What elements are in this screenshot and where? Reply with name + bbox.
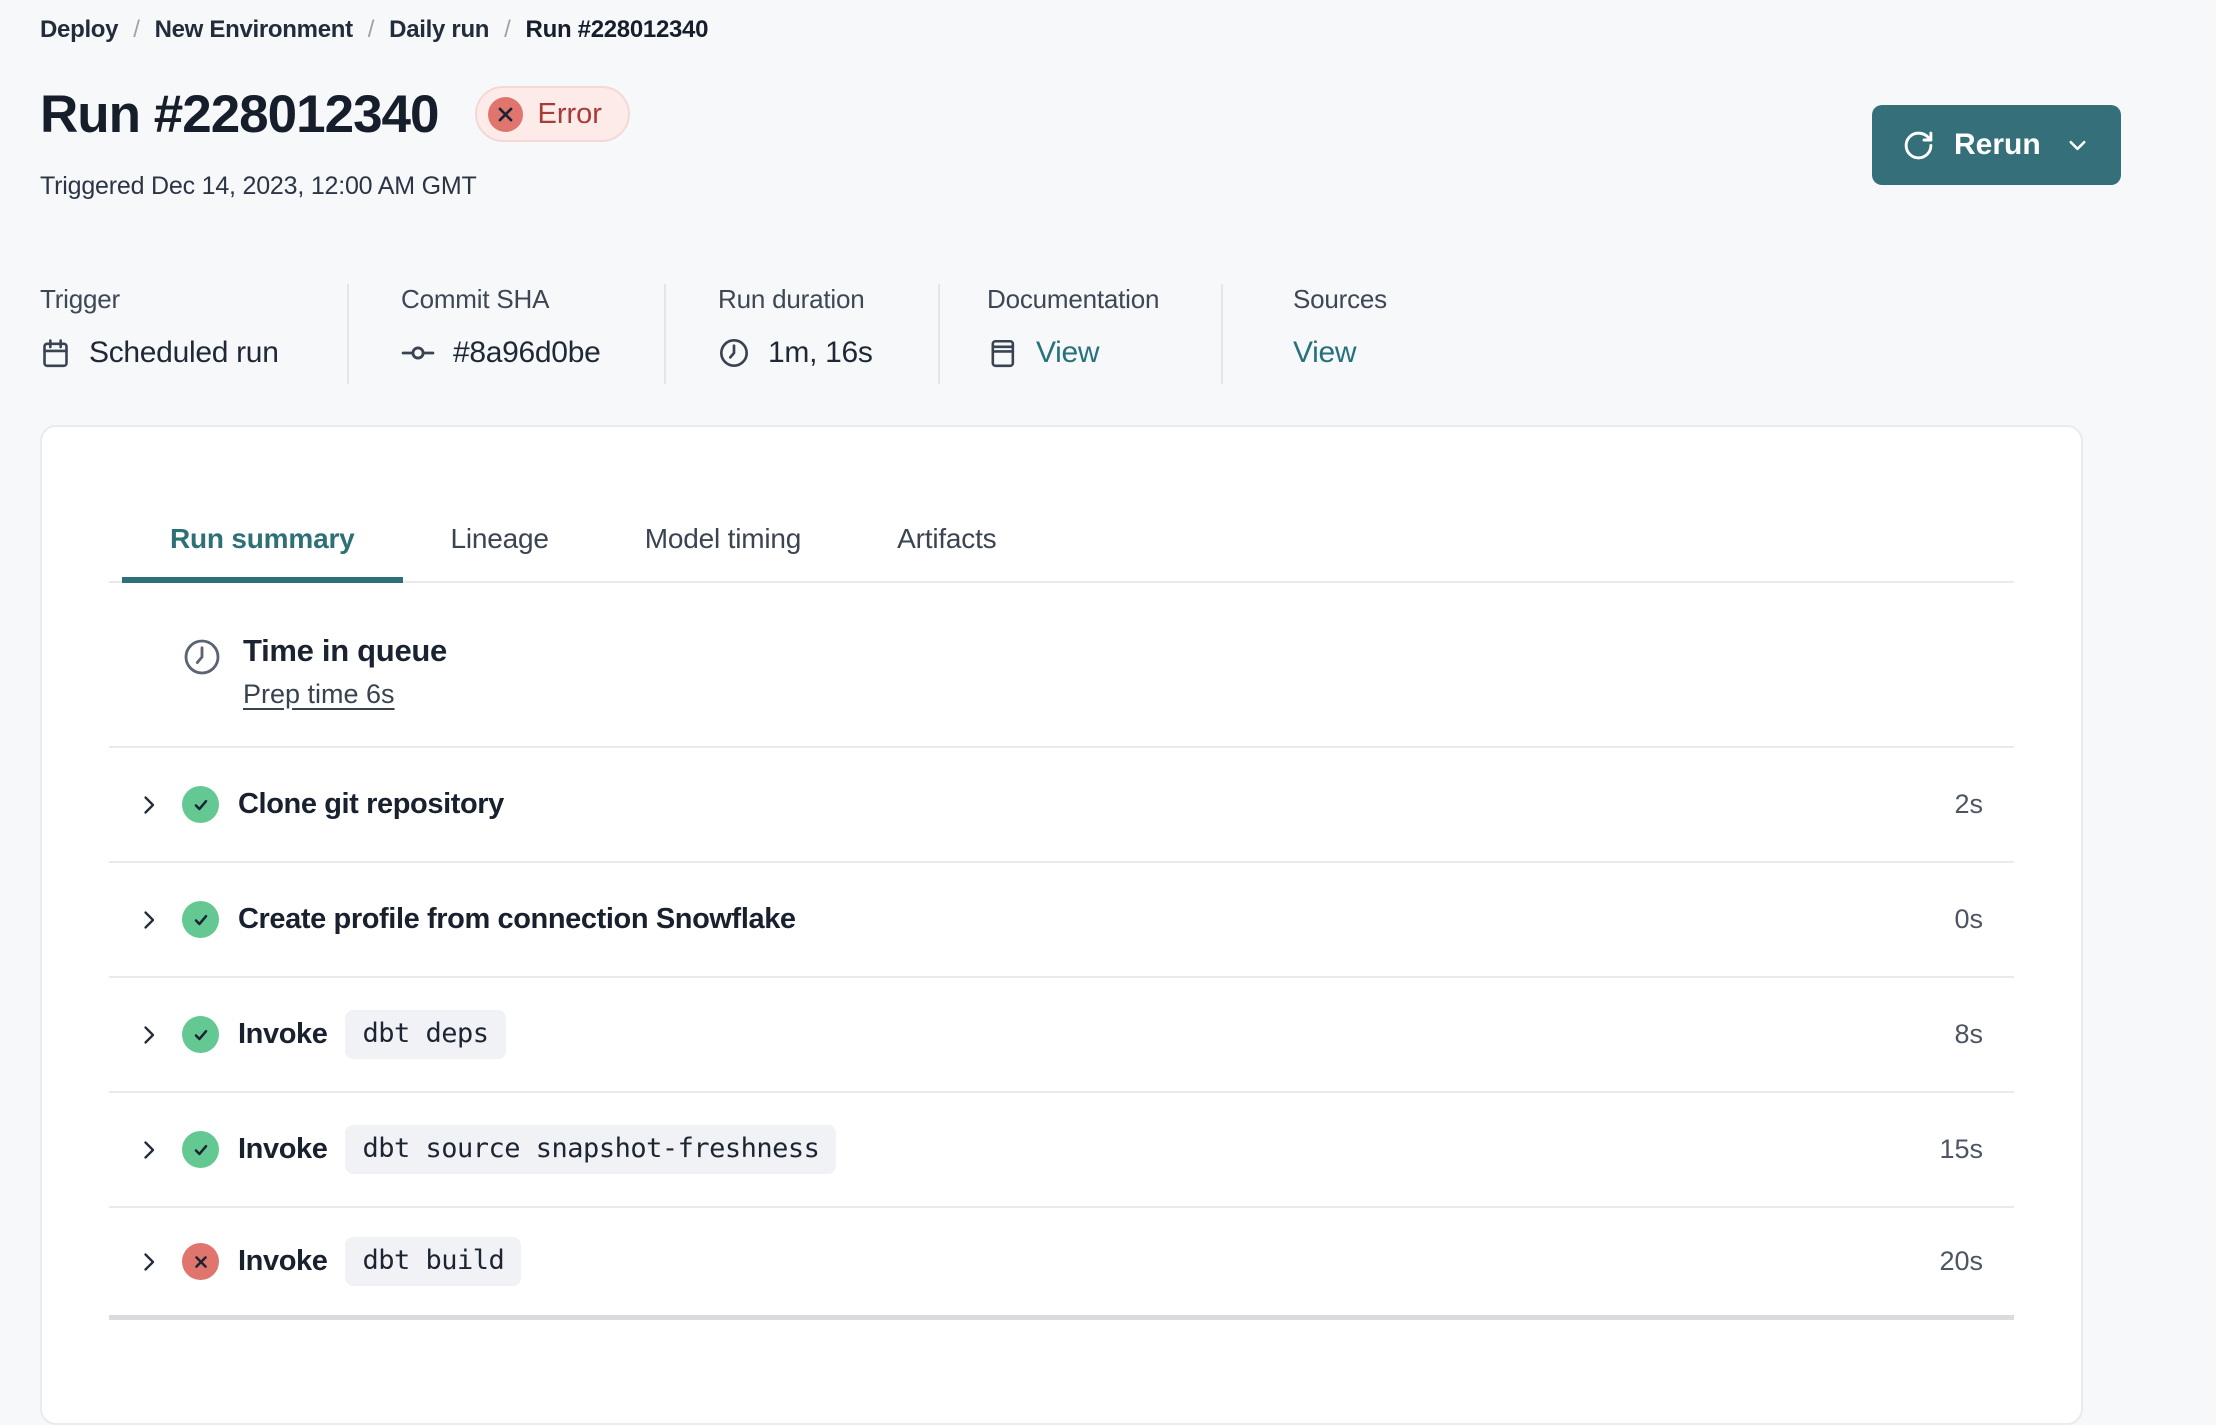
documentation-view-link[interactable]: View: [1036, 336, 1100, 370]
step-duration: 2s: [1954, 789, 1983, 819]
chevron-right-icon[interactable]: [136, 792, 162, 818]
header: Run #228012340 Error: [40, 86, 630, 142]
chevron-right-icon[interactable]: [136, 907, 162, 933]
step-row-create-profile[interactable]: Create profile from connection Snowflake…: [109, 863, 2014, 978]
command-chip: dbt build: [345, 1237, 522, 1286]
breadcrumb-item-job[interactable]: Daily run: [389, 16, 489, 44]
metadata-label: Documentation: [987, 284, 1160, 314]
success-check-icon: [182, 1131, 219, 1168]
commit-icon: [401, 336, 435, 370]
metadata-trigger: Trigger Scheduled run: [40, 284, 347, 384]
step-title: Invoke: [238, 1018, 328, 1050]
metadata-label: Trigger: [40, 284, 120, 314]
tab-model-timing[interactable]: Model timing: [597, 523, 849, 581]
error-circle-icon: [487, 96, 523, 132]
step-title: Invoke: [238, 1245, 328, 1277]
step-duration: 8s: [1954, 1019, 1983, 1049]
metadata-value: Scheduled run: [89, 336, 279, 369]
metadata-label: Run duration: [718, 284, 865, 314]
breadcrumb: Deploy / New Environment / Daily run / R…: [40, 16, 708, 44]
step-row-clone-git[interactable]: Clone git repository 2s: [109, 748, 2014, 863]
status-badge: Error: [474, 86, 630, 142]
metadata-value: 1m, 16s: [768, 336, 873, 369]
success-check-icon: [182, 1016, 219, 1053]
command-chip: dbt deps: [345, 1010, 506, 1059]
chevron-right-icon[interactable]: [136, 1249, 162, 1275]
sources-view-link[interactable]: View: [1293, 336, 1357, 370]
step-row-dbt-deps[interactable]: Invoke dbt deps 8s: [109, 978, 2014, 1093]
breadcrumb-item-deploy[interactable]: Deploy: [40, 16, 119, 44]
tab-run-summary[interactable]: Run summary: [122, 523, 403, 583]
tab-lineage[interactable]: Lineage: [403, 523, 597, 581]
success-check-icon: [182, 786, 219, 823]
metadata-label: Sources: [1293, 284, 1387, 314]
command-chip: dbt source snapshot-freshness: [345, 1125, 837, 1174]
metadata-run-duration: Run duration 1m, 16s: [666, 284, 938, 384]
triggered-timestamp: Triggered Dec 14, 2023, 12:00 AM GMT: [40, 172, 477, 200]
breadcrumb-item-environment[interactable]: New Environment: [155, 16, 354, 44]
step-row-dbt-build[interactable]: Invoke dbt build 20s: [109, 1208, 2014, 1320]
clock-icon: [182, 637, 222, 710]
step-title: Create profile from connection Snowflake: [238, 903, 796, 935]
tab-artifacts[interactable]: Artifacts: [849, 523, 1044, 581]
run-metadata: Trigger Scheduled run Commit SHA #8a96d0…: [40, 284, 1483, 384]
step-duration: 15s: [1939, 1134, 1983, 1164]
rerun-icon: [1902, 129, 1935, 162]
breadcrumb-separator: /: [133, 16, 140, 43]
chevron-right-icon[interactable]: [136, 1022, 162, 1048]
chevron-right-icon[interactable]: [136, 1137, 162, 1163]
calendar-icon: [40, 338, 71, 369]
error-x-icon: [182, 1243, 219, 1280]
step-duration: 0s: [1954, 904, 1983, 934]
breadcrumb-item-run: Run #228012340: [525, 16, 709, 43]
run-details-card: Run summary Lineage Model timing Artifac…: [40, 425, 2083, 1425]
clock-icon: [718, 337, 750, 369]
step-title: Clone git repository: [238, 788, 504, 820]
status-badge-label: Error: [537, 97, 602, 130]
metadata-label: Commit SHA: [401, 284, 550, 314]
breadcrumb-separator: /: [367, 16, 375, 43]
metadata-value: #8a96d0be: [453, 336, 601, 369]
step-duration: 20s: [1939, 1246, 1983, 1276]
metadata-documentation: Documentation View: [940, 284, 1221, 384]
rerun-button[interactable]: Rerun: [1872, 105, 2121, 185]
time-in-queue-title: Time in queue: [243, 633, 447, 668]
tab-bar: Run summary Lineage Model timing Artifac…: [109, 427, 2014, 583]
rerun-button-label: Rerun: [1954, 128, 2041, 161]
chevron-down-icon[interactable]: [2064, 132, 2091, 159]
step-row-dbt-source-freshness[interactable]: Invoke dbt source snapshot-freshness 15s: [109, 1093, 2014, 1208]
breadcrumb-separator: /: [504, 16, 511, 43]
page-title: Run #228012340: [40, 84, 440, 144]
time-in-queue-section: Time in queue Prep time 6s: [109, 583, 2014, 748]
document-icon: [987, 338, 1018, 369]
metadata-sources: Sources View: [1223, 284, 1483, 384]
metadata-commit-sha: Commit SHA #8a96d0be: [349, 284, 664, 384]
prep-time-link[interactable]: Prep time 6s: [243, 679, 395, 710]
step-title: Invoke: [238, 1133, 328, 1165]
success-check-icon: [182, 901, 219, 938]
